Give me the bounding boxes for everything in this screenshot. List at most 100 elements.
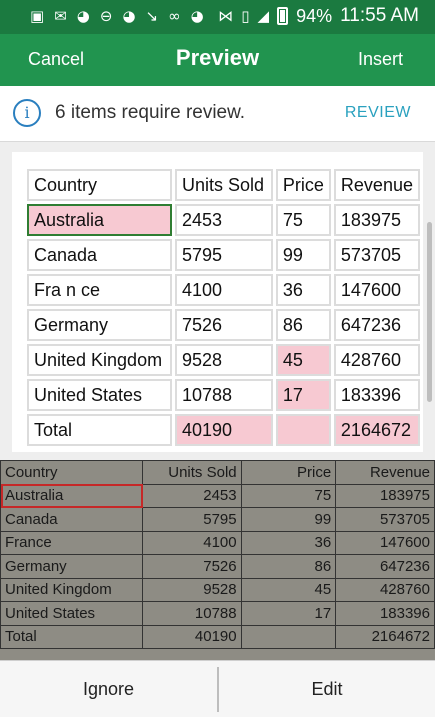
photo-cell: 36 [240, 530, 337, 555]
source-photo: Country Units Sold Price Revenue Austral… [0, 460, 435, 660]
preview-cell[interactable]: 2453 [174, 204, 273, 236]
preview-cell[interactable]: 183975 [333, 204, 420, 236]
preview-cell[interactable]: United Kingdom [27, 344, 172, 376]
missed-call-icon: ↘ [145, 7, 159, 25]
photo-cell: 40190 [141, 624, 242, 649]
preview-cell[interactable]: 36 [275, 274, 331, 306]
battery-icon [277, 7, 289, 25]
vibrate-icon: ▯ [241, 7, 250, 25]
photo-cell: France [0, 530, 143, 555]
do-not-disturb-icon: ⊖ [99, 7, 113, 25]
photo-cell: Total [0, 624, 143, 649]
preview-cell[interactable]: 183396 [333, 379, 420, 411]
photo-cell: 428760 [335, 577, 435, 602]
photo-cell: 183975 [335, 483, 435, 508]
preview-cell[interactable]: 4100 [174, 274, 273, 306]
photo-cell: 45 [240, 577, 337, 602]
photo-row: Total 40190 2164672 [0, 624, 435, 649]
lte-signal-icon: ◢ [257, 7, 270, 25]
photo-cell: 573705 [335, 507, 435, 532]
email-icon: ✉ [54, 7, 67, 25]
review-banner: i 6 items require review. REVIEW [0, 86, 435, 142]
edit-button[interactable]: Edit [219, 661, 435, 717]
preview-header-cell[interactable]: Price [275, 169, 331, 201]
preview-cell[interactable]: Total [27, 414, 172, 446]
photo-cell: 86 [240, 554, 337, 579]
voicemail-icon: ∞ [168, 7, 181, 25]
preview-cell[interactable]: Fra n ce [27, 274, 172, 306]
preview-cell-flagged[interactable]: Australia [27, 204, 172, 236]
preview-cell-flagged[interactable] [275, 414, 331, 446]
preview-row: Total 40190 2164672 [27, 414, 420, 446]
preview-cell-flagged[interactable]: 17 [275, 379, 331, 411]
preview-cell[interactable]: 86 [275, 309, 331, 341]
clock: 11:55 AM [340, 5, 419, 26]
photo-cell: United Kingdom [0, 577, 143, 602]
photo-cell: 10788 [141, 601, 242, 626]
wifi-icon: ◕ [190, 7, 204, 25]
preview-row: United Kingdom 9528 45 428760 [27, 344, 420, 376]
preview-cell[interactable]: Canada [27, 239, 172, 271]
photo-cell: 2453 [141, 483, 242, 508]
status-bar-left: ▣ ✉ ◕ ⊖ ◕ ↘ ∞ ◕ [30, 6, 204, 26]
scrollbar[interactable] [427, 222, 432, 402]
review-button[interactable]: REVIEW [345, 104, 411, 122]
photo-cell: United States [0, 601, 143, 626]
status-bar-right: ⋈ ▯ ◢ 94% 11:55 AM [218, 5, 419, 27]
bottom-bar: Ignore Edit [0, 660, 435, 717]
preview-header-cell[interactable]: Revenue [333, 169, 420, 201]
insert-button[interactable]: Insert [358, 49, 403, 70]
photo-row: Canada 5795 99 573705 [0, 507, 435, 532]
photo-cell: Price [240, 460, 337, 485]
preview-cell[interactable]: 9528 [174, 344, 273, 376]
photo-cell: Units Sold [141, 460, 242, 485]
preview-cell[interactable]: 428760 [333, 344, 420, 376]
outlook-icon: ▣ [30, 7, 45, 25]
photo-cell: 4100 [141, 530, 242, 555]
photo-cell: Canada [0, 507, 143, 532]
preview-header-row: Country Units Sold Price Revenue [27, 169, 420, 201]
info-icon: i [13, 99, 41, 127]
preview-cell[interactable]: United States [27, 379, 172, 411]
photo-row: United Kingdom 9528 45 428760 [0, 577, 435, 602]
photo-cell: 147600 [335, 530, 435, 555]
preview-cell[interactable]: 573705 [333, 239, 420, 271]
preview-table: Country Units Sold Price Revenue Austral… [24, 166, 423, 449]
photo-cell: 75 [240, 483, 337, 508]
photo-cell: 647236 [335, 554, 435, 579]
preview-cell-flagged[interactable]: 45 [275, 344, 331, 376]
wifi-icon: ◕ [76, 7, 90, 25]
photo-cell: 5795 [141, 507, 242, 532]
app-bar: Cancel Preview Insert [0, 34, 435, 86]
preview-cell-flagged[interactable]: 40190 [174, 414, 273, 446]
preview-row: Fra n ce 4100 36 147600 [27, 274, 420, 306]
preview-cell-flagged[interactable]: 2164672 [333, 414, 420, 446]
preview-row: Canada 5795 99 573705 [27, 239, 420, 271]
status-bar: ▣ ✉ ◕ ⊖ ◕ ↘ ∞ ◕ ⋈ ▯ ◢ 94% 11:55 AM [0, 0, 435, 34]
preview-cell[interactable]: 75 [275, 204, 331, 236]
photo-header-row: Country Units Sold Price Revenue [0, 460, 435, 485]
battery-percent: 94% [296, 6, 333, 26]
photo-row: Germany 7526 86 647236 [0, 554, 435, 579]
photo-cell: 183396 [335, 601, 435, 626]
preview-cell[interactable]: 10788 [174, 379, 273, 411]
preview-header-cell[interactable]: Country [27, 169, 172, 201]
ignore-button[interactable]: Ignore [0, 661, 217, 717]
photo-cell: 7526 [141, 554, 242, 579]
photo-cell: 99 [240, 507, 337, 532]
preview-row: United States 10788 17 183396 [27, 379, 420, 411]
preview-cell[interactable]: 147600 [333, 274, 420, 306]
photo-row: United States 10788 17 183396 [0, 601, 435, 626]
preview-cell[interactable]: 99 [275, 239, 331, 271]
preview-cell[interactable]: Germany [27, 309, 172, 341]
preview-row: Germany 7526 86 647236 [27, 309, 420, 341]
cancel-button[interactable]: Cancel [28, 49, 84, 70]
preview-cell[interactable]: 647236 [333, 309, 420, 341]
photo-cell: 17 [240, 601, 337, 626]
preview-cell[interactable]: 5795 [174, 239, 273, 271]
photo-cell: Germany [0, 554, 143, 579]
preview-cell[interactable]: 7526 [174, 309, 273, 341]
preview-header-cell[interactable]: Units Sold [174, 169, 273, 201]
review-message: 6 items require review. [55, 102, 246, 123]
preview-card: Country Units Sold Price Revenue Austral… [12, 152, 423, 452]
